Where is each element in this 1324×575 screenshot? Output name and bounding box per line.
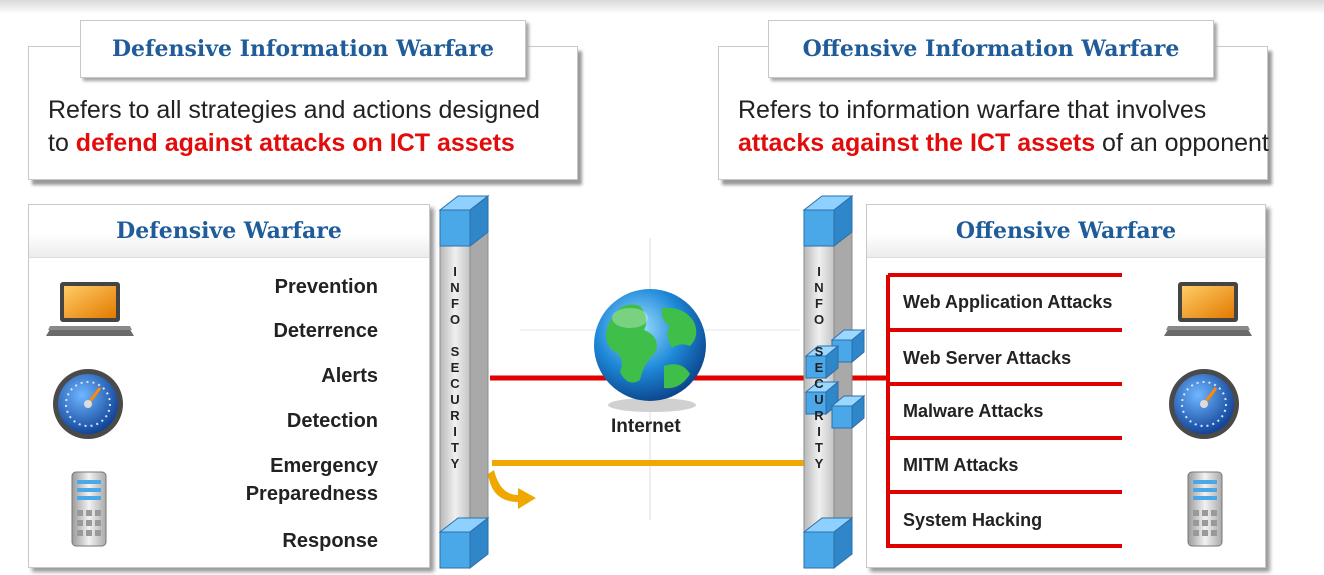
right-server-icon bbox=[1187, 471, 1223, 547]
diagram-graphics bbox=[46, 194, 1252, 570]
pillar-letter: I bbox=[453, 264, 457, 279]
defense-flow-arrow bbox=[488, 460, 806, 509]
pillar-letter: C bbox=[814, 376, 824, 391]
right-laptop-icon bbox=[1164, 282, 1252, 336]
pillar-letter: U bbox=[814, 392, 824, 407]
pillar-letter: R bbox=[814, 408, 824, 423]
pillar-letter: I bbox=[817, 264, 821, 279]
pillar-letter: O bbox=[813, 312, 825, 327]
pillar-letter: T bbox=[815, 440, 823, 455]
pillar-letter: E bbox=[814, 360, 824, 375]
pillar-letter: Y bbox=[814, 456, 824, 471]
globe-icon bbox=[594, 289, 706, 412]
pillar-letter: F bbox=[815, 296, 823, 311]
left-laptop-icon bbox=[46, 282, 134, 336]
pillar-letter: F bbox=[451, 296, 459, 311]
pillar-letter: O bbox=[449, 312, 461, 327]
attack-malware: Malware Attacks bbox=[903, 401, 1044, 421]
attack-web-application: Web Application Attacks bbox=[903, 292, 1113, 312]
left-gauge-icon bbox=[53, 369, 123, 439]
attack-web-server: Web Server Attacks bbox=[903, 348, 1072, 368]
pillar-letter: N bbox=[450, 280, 460, 295]
pillar-letter: U bbox=[450, 392, 460, 407]
attack-mitm: MITM Attacks bbox=[903, 455, 1019, 475]
pillar-letter: N bbox=[814, 280, 824, 295]
pillar-letter: T bbox=[451, 440, 459, 455]
internet-label: Internet bbox=[611, 416, 681, 437]
pillar-letter: S bbox=[450, 344, 460, 359]
pillar-letter: I bbox=[453, 424, 457, 439]
pillar-letter: R bbox=[450, 408, 460, 423]
right-gauge-icon bbox=[1169, 369, 1239, 439]
pillar-letter: I bbox=[817, 424, 821, 439]
pillar-letter: Y bbox=[450, 456, 460, 471]
pillar-letter: S bbox=[814, 344, 824, 359]
left-server-icon bbox=[71, 471, 107, 547]
pillar-letter: C bbox=[450, 376, 460, 391]
attack-system-hacking: System Hacking bbox=[903, 510, 1043, 530]
pillar-letter: E bbox=[450, 360, 460, 375]
